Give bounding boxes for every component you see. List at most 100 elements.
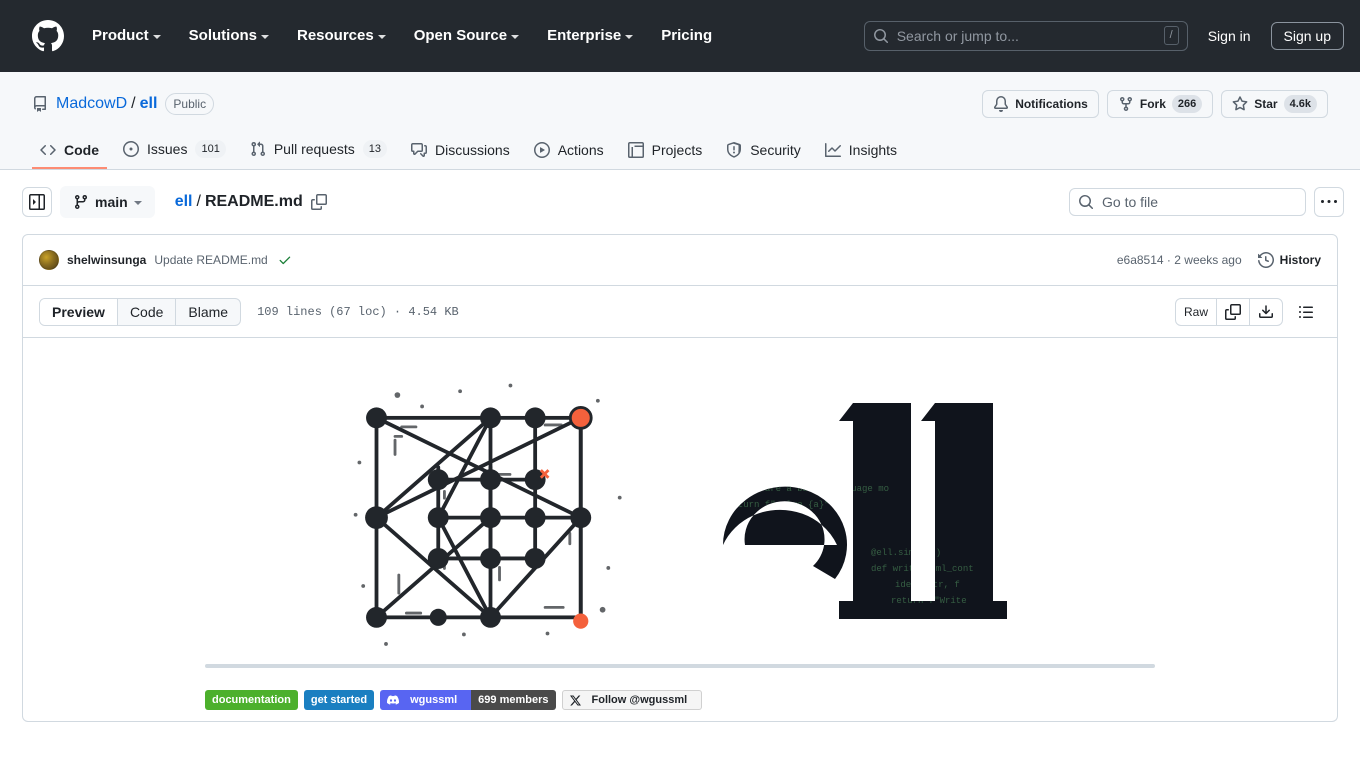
commit-author[interactable]: shelwinsunga [67, 253, 146, 267]
star-count: 4.6k [1283, 95, 1317, 113]
badge-label: get started [310, 694, 368, 706]
badge-label: Follow @wgussml [591, 694, 688, 706]
tab-code[interactable]: Code [118, 298, 177, 325]
tab-projects[interactable]: Projects [620, 134, 711, 169]
nav-item-solutions[interactable]: Solutions [177, 19, 281, 52]
breadcrumb-repo-link[interactable]: ell [175, 193, 193, 211]
tab-label: Issues [147, 141, 188, 157]
tab-count: 13 [362, 140, 388, 158]
nav-item-enterprise[interactable]: Enterprise [535, 19, 645, 52]
readme-content: mplex(model="gpt-5", t lmp(a: str): """Y… [23, 338, 1337, 721]
nav-item-product[interactable]: Product [80, 19, 173, 52]
svg-text:return f"Write: return f"Write [891, 596, 967, 606]
tab-actions[interactable]: Actions [526, 134, 612, 169]
badge-discord-name: wgussml [410, 694, 458, 706]
tab-discussions[interactable]: Discussions [403, 134, 518, 169]
tab-insights[interactable]: Insights [817, 134, 905, 169]
file-container: Preview Code Blame 109 lines (67 loc) · … [22, 286, 1338, 722]
raw-button[interactable]: Raw [1176, 298, 1217, 325]
header-right-actions: Search or jump to... / Sign in Sign up [863, 20, 1344, 51]
tab-code[interactable]: Code [32, 134, 107, 169]
tab-pull-requests[interactable]: Pull requests 13 [242, 132, 395, 169]
chevron-down-icon [511, 34, 520, 39]
tab-security[interactable]: Security [718, 134, 809, 169]
badge-discord-left: wgussml [380, 690, 472, 710]
commit-dot: · [1166, 253, 1171, 267]
sidebar-expand-icon[interactable] [22, 187, 52, 217]
star-button[interactable]: Star 4.6k [1221, 90, 1328, 118]
commit-time: 2 weeks ago [1174, 253, 1242, 267]
copy-icon[interactable] [1217, 298, 1250, 325]
sign-in-button[interactable]: Sign in [1200, 23, 1259, 49]
download-icon[interactable] [1250, 299, 1282, 325]
readme-logo-row: mplex(model="gpt-5", t lmp(a: str): """Y… [55, 354, 1305, 654]
table-icon [627, 142, 644, 158]
file-actions: Raw [1174, 297, 1321, 327]
list-unordered-icon[interactable] [1291, 297, 1321, 327]
commit-sha[interactable]: e6a8514 [1117, 253, 1164, 267]
badge-twitter-follow[interactable]: Follow @wgussml [561, 690, 703, 710]
nav-item-resources[interactable]: Resources [285, 19, 398, 52]
sign-up-button[interactable]: Sign up [1270, 21, 1344, 50]
breadcrumb-file-name: README.md [204, 193, 303, 210]
bell-icon [994, 96, 1009, 112]
graph-icon [824, 142, 841, 158]
tab-blame[interactable]: Blame [176, 299, 240, 325]
x-icon [569, 695, 581, 705]
chevron-down-icon [261, 34, 269, 39]
badge-documentation[interactable]: documentation [205, 690, 298, 710]
goto-file-input[interactable]: Go to file [1069, 188, 1306, 216]
commit-message[interactable]: Update README.md [154, 253, 267, 267]
repo-name-link[interactable]: ell [140, 95, 158, 113]
ell-wordmark: mplex(model="gpt-5", t lmp(a: str): """Y… [722, 403, 1007, 619]
badge-get-started[interactable]: get started [303, 690, 375, 710]
avatar[interactable] [39, 250, 59, 270]
goto-file-placeholder: Go to file [1102, 194, 1159, 210]
readme-badges: documentation get started wgussml 699 me… [55, 668, 1305, 710]
notifications-button[interactable]: Notifications [982, 90, 1099, 118]
file-view-tabs: Preview Code Blame [39, 297, 242, 326]
git-branch-icon [74, 195, 87, 210]
kebab-horizontal-icon [1321, 200, 1337, 203]
nav-item-open-source[interactable]: Open Source [402, 19, 531, 52]
ell-graph-logo [353, 383, 622, 646]
commit-meta-group: e6a8514 · 2 weeks ago History [1117, 252, 1321, 268]
nav-item-pricing[interactable]: Pricing [649, 19, 724, 52]
tab-preview[interactable]: Preview [40, 298, 118, 325]
copy-icon[interactable] [307, 190, 331, 214]
nav-label: Product [92, 27, 149, 44]
check-icon[interactable] [278, 253, 292, 267]
tab-issues[interactable]: Issues 101 [115, 132, 234, 169]
file-action-group: Raw [1174, 297, 1283, 326]
nav-label: Open Source [413, 27, 508, 44]
search-icon [1079, 195, 1094, 210]
nav-label: Pricing [661, 27, 713, 44]
search-input[interactable]: Search or jump to... / [863, 20, 1188, 51]
star-label: Star [1254, 97, 1278, 111]
tab-label: Insights [848, 142, 898, 158]
svg-text:@ell.simple(): @ell.simple() [871, 548, 941, 558]
tab-label: Code [64, 142, 99, 158]
repository-header: MadcowD / ell Public Notifications Fork … [0, 72, 1360, 170]
fork-button[interactable]: Fork 266 [1106, 90, 1214, 118]
comment-discussion-icon [411, 142, 428, 158]
issue-opened-icon [123, 141, 139, 157]
github-mark-icon[interactable] [32, 19, 64, 52]
file-header: Preview Code Blame 109 lines (67 loc) · … [23, 286, 1337, 338]
chevron-down-icon [377, 34, 386, 39]
branch-selector[interactable]: main [60, 186, 155, 218]
tab-label: Projects [651, 142, 703, 158]
play-icon [533, 142, 550, 158]
commit-meta: e6a8514 · 2 weeks ago [1117, 253, 1242, 267]
badge-discord[interactable]: wgussml 699 members [380, 690, 556, 710]
repo-owner-link[interactable]: MadcowD [56, 95, 127, 113]
history-link[interactable]: History [1257, 252, 1321, 268]
chevron-down-icon [133, 201, 142, 205]
tab-label: Actions [557, 142, 604, 158]
badge-discord-members: 699 members [471, 690, 556, 710]
repository-title-row: MadcowD / ell Public Notifications Fork … [32, 88, 1328, 120]
code-icon [40, 142, 56, 158]
more-options-button[interactable] [1314, 187, 1344, 217]
chevron-down-icon [152, 34, 161, 39]
tab-label: Security [750, 142, 801, 158]
